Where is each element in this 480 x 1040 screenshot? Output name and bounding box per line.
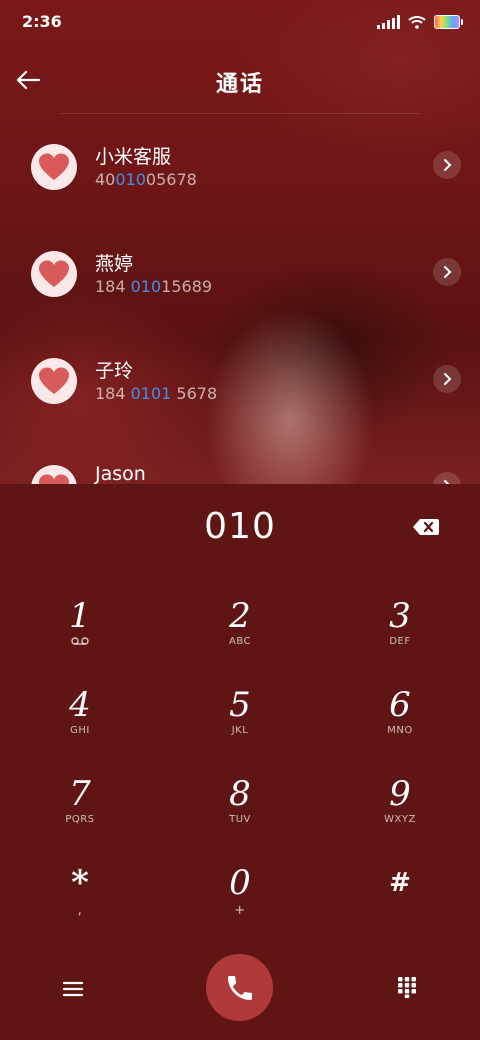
contact-detail-button[interactable] — [433, 472, 461, 484]
contact-item[interactable]: 小米客服 4001005678 — [0, 132, 480, 212]
voicemail-icon — [20, 636, 140, 650]
contact-item[interactable]: Jason — [0, 453, 480, 484]
backspace-button[interactable] — [406, 514, 446, 540]
key-2[interactable]: 2 ABC — [180, 596, 300, 676]
call-button[interactable] — [206, 954, 273, 1021]
contact-number: 184 0101 5678 — [95, 384, 218, 403]
heart-avatar-icon — [31, 358, 77, 404]
contact-name: Jason — [95, 463, 146, 484]
chevron-right-icon — [444, 266, 452, 278]
status-time: 2:36 — [22, 12, 62, 31]
menu-icon — [63, 981, 83, 997]
key-5[interactable]: 5 JKL — [180, 685, 300, 765]
contact-number: 4001005678 — [95, 170, 197, 189]
contact-detail-button[interactable] — [433, 151, 461, 179]
backspace-icon — [413, 519, 439, 535]
key-0[interactable]: 0 + — [180, 863, 300, 943]
status-icons — [377, 12, 463, 32]
key-9[interactable]: 9 WXYZ — [340, 774, 460, 854]
contact-item[interactable]: 燕婷 184 01015689 — [0, 239, 480, 319]
contact-detail-button[interactable] — [433, 258, 461, 286]
phone-icon — [227, 975, 252, 1000]
key-8[interactable]: 8 TUV — [180, 774, 300, 854]
signal-icon — [377, 15, 400, 29]
heart-avatar-icon — [31, 144, 77, 190]
contact-number: 184 01015689 — [95, 277, 213, 296]
key-6[interactable]: 6 MNO — [340, 685, 460, 765]
battery-icon — [434, 15, 463, 29]
key-3[interactable]: 3 DEF — [340, 596, 460, 676]
contact-detail-button[interactable] — [433, 365, 461, 393]
dialer-bottom-bar — [0, 954, 480, 1024]
keypad-icon — [398, 977, 416, 998]
wifi-icon — [408, 16, 426, 29]
contact-name: 燕婷 — [95, 253, 134, 275]
heart-avatar-icon — [31, 251, 77, 297]
key-4[interactable]: 4 GHI — [20, 685, 140, 765]
key-7[interactable]: 7 PQRS — [20, 774, 140, 854]
key-hash[interactable]: # — [340, 863, 460, 943]
heart-avatar-icon — [31, 465, 77, 484]
key-1[interactable]: 1 — [20, 596, 140, 676]
key-star[interactable]: * , — [20, 863, 140, 943]
chevron-right-icon — [444, 373, 452, 385]
dialer-panel: 010 1 2 ABC 3 DEF 4 GHI 5 JKL 6 MNO 7 PQ… — [0, 484, 480, 1040]
header-divider — [60, 113, 420, 114]
contact-item[interactable]: 子玲 184 0101 5678 — [0, 346, 480, 426]
keypad-toggle-button[interactable] — [392, 972, 422, 1002]
menu-button[interactable] — [58, 974, 88, 1004]
contact-name: 小米客服 — [95, 146, 172, 168]
page-title: 通话 — [215, 72, 264, 97]
status-bar: 2:36 — [0, 0, 480, 44]
app-header: 通话 — [0, 52, 480, 112]
chevron-right-icon — [444, 159, 452, 171]
contact-name: 子玲 — [95, 360, 134, 382]
